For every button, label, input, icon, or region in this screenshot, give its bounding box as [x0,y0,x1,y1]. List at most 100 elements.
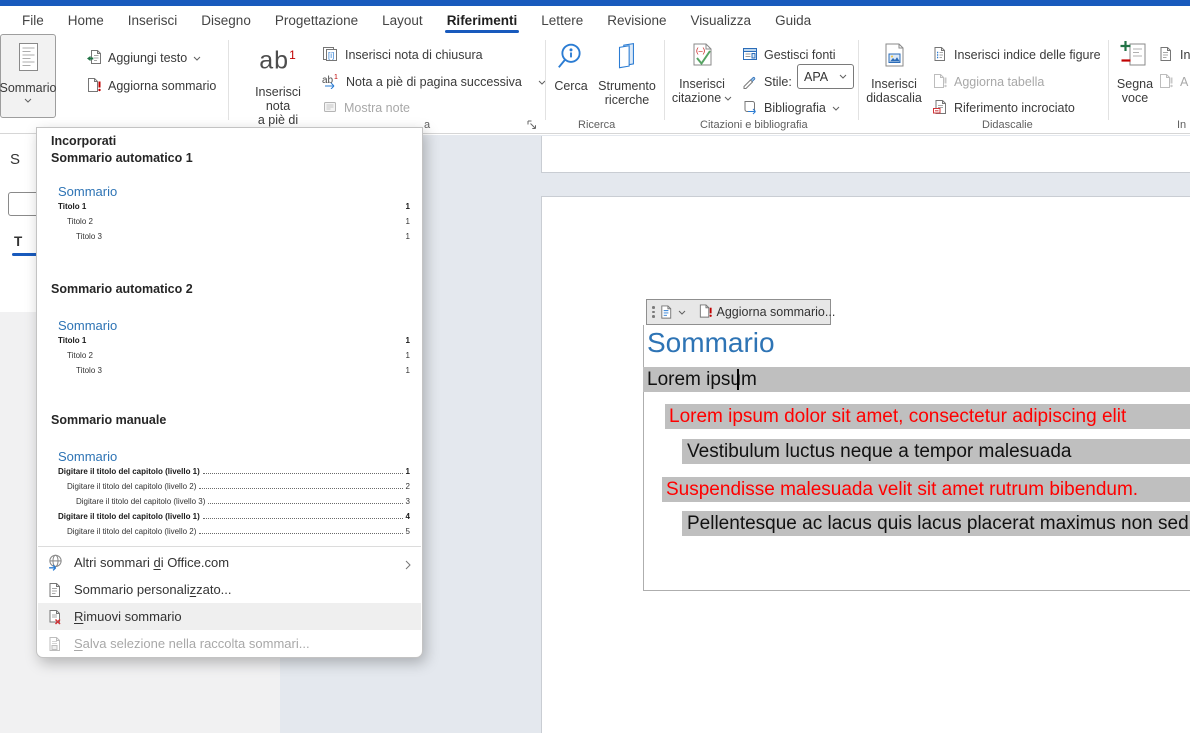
menu-item-altri-sommari[interactable]: Altri sommari di Office.com [38,549,421,576]
aggiorna-tabella-button[interactable]: Aggiorna tabella [932,71,1044,93]
submenu-arrow-icon [405,558,411,573]
toc-entry-level3[interactable]: Vestibulum luctus neque a tempor malesua… [682,439,1190,464]
gallery-item-title: Sommario automatico 1 [51,151,410,165]
word-window: File Home Inserisci Disegno Progettazion… [0,0,1190,733]
sommario-button[interactable]: Sommario [0,34,56,118]
group-separator [664,40,665,120]
aggiorna-sommario-toolbar-button[interactable]: Aggiorna sommario... [692,303,844,322]
gallery-preview: Sommario Digitare il titolo del capitolo… [58,449,410,542]
citazioni-group-label: Citazioni e bibliografia [700,119,808,131]
aggiorna-sommario-button[interactable]: Aggiorna sommario [86,75,216,97]
segna-voce-button[interactable]: Segna voce [1112,40,1158,105]
riferimento-incrociato-label: Riferimento incrociato [954,101,1075,115]
toc-entry-level2[interactable]: Suspendisse malesuada velit sit amet rut… [662,477,1190,502]
tab-home[interactable]: Home [56,8,116,32]
update-toc-icon [86,77,102,96]
riferimento-incrociato-button[interactable]: Riferimento incrociato [932,97,1075,119]
bibliografia-button[interactable]: Bibliografia [742,97,840,119]
indice-group-label-partial: In [1177,119,1186,131]
gallery-item-sommario-automatico-2[interactable]: Sommario automatico 2 Sommario Titolo 11… [51,282,410,408]
update-table-icon [932,73,948,92]
tab-visualizza[interactable]: Visualizza [679,8,764,32]
tab-inserisci[interactable]: Inserisci [116,8,190,32]
cerca-button[interactable]: Cerca [549,42,593,93]
document-page-1-bottom [541,136,1190,173]
insert-caption-icon [881,42,908,75]
chevron-down-icon [24,98,32,103]
aggiorna-indice-button[interactable]: A [1158,71,1188,93]
segna-voce-label-2: voce [1122,91,1148,105]
toc-heading[interactable]: Sommario [647,327,775,359]
didascalia-label-1: Inserisci [871,77,917,91]
menu-item-rimuovi-sommario[interactable]: Rimuovi sommario [38,603,421,630]
indice-figure-button[interactable]: Inserisci indice delle figure [932,44,1101,66]
group-separator [858,40,859,120]
style-brush-icon [742,73,758,92]
aggiungi-testo-label: Aggiungi testo [108,51,187,65]
stile-select[interactable]: APA [797,64,854,89]
stile-label: Stile: [764,75,792,89]
chevron-down-icon [832,106,840,111]
gestisci-fonti-button[interactable]: Gestisci fonti [742,44,836,66]
tab-riferimenti[interactable]: Riferimenti [435,8,530,32]
navigation-pane-title-partial: S [10,151,20,168]
preview-heading: Sommario [58,184,410,199]
gestisci-fonti-label: Gestisci fonti [764,48,836,62]
inserisci-didascalia-button[interactable]: Inserisci didascalia [862,42,926,105]
menu-separator [38,546,421,547]
ribbon: Sommario Aggiungi testo Aggiorna sommari… [0,34,1190,134]
navigation-tab-titoli-partial[interactable]: T [14,234,22,249]
nota-chiusura-button[interactable]: [i] Inserisci nota di chiusura [322,44,483,66]
nota-successiva-button[interactable]: ab1 Nota a piè di pagina successiva [322,71,546,93]
inserisci-indice-button[interactable]: In [1158,44,1190,66]
toc-entry-level2[interactable]: Lorem ipsum dolor sit amet, consectetur … [665,404,1190,429]
document-page-2[interactable] [541,196,1190,733]
citazione-label-1: Inserisci [679,77,725,91]
tab-guida[interactable]: Guida [763,8,823,32]
gallery-item-sommario-automatico-1[interactable]: Sommario automatico 1 Sommario Titolo 11… [51,151,410,277]
bibliografia-label: Bibliografia [764,101,826,115]
tab-progettazione[interactable]: Progettazione [263,8,370,32]
office-globe-icon [47,554,74,571]
strumento-ricerche-button[interactable]: Strumento ricerche [594,42,660,107]
toc-field-icon[interactable] [659,304,686,320]
tab-file[interactable]: File [10,8,56,32]
gallery-item-sommario-manuale[interactable]: Sommario manuale Sommario Digitare il ti… [51,413,410,541]
mostra-note-label: Mostra note [344,101,410,115]
group-separator [1108,40,1109,120]
svg-text:[i]: [i] [328,51,334,60]
preview-heading: Sommario [58,449,410,464]
aggiorna-sommario-toolbar-label: Aggiorna sommario... [717,305,836,319]
aggiungi-testo-button[interactable]: Aggiungi testo [86,47,201,69]
inserisci-citazione-button[interactable]: (–) Inserisci citazione [668,42,736,105]
gallery-section-header: Incorporati [51,134,116,148]
tab-revisione[interactable]: Revisione [595,8,678,32]
menu-item-salva-selezione[interactable]: Salva selezione nella raccolta sommari..… [38,630,421,657]
stile-row: Stile: [742,71,792,93]
researcher-books-icon [612,42,642,75]
aggiorna-indice-label-partial: A [1180,75,1188,89]
cerca-label: Cerca [554,79,587,93]
tab-disegno[interactable]: Disegno [189,8,263,32]
mostra-note-button[interactable]: Mostra note [322,97,410,119]
remove-toc-icon [47,609,74,625]
gallery-preview: Sommario Titolo 11 Titolo 21 Titolo 31 [58,184,410,247]
menu-item-sommario-personalizzato[interactable]: Sommario personalizzato... [38,576,421,603]
svg-text:1: 1 [334,74,338,81]
tab-layout[interactable]: Layout [370,8,435,32]
dialog-launcher-icon[interactable] [526,118,538,136]
ricerca-group-label: Ricerca [578,119,615,131]
toc-entry-level1[interactable]: Lorem ipsum [643,367,1190,392]
group-separator [545,40,546,120]
gallery-item-title: Sommario manuale [51,413,410,427]
strumento-label-2: ricerche [605,93,649,107]
manage-sources-icon [742,46,758,65]
aggiorna-tabella-label: Aggiorna tabella [954,75,1044,89]
cross-reference-icon [932,99,948,118]
sommario-button-label: Sommario [0,81,56,95]
drag-handle-icon[interactable] [647,306,659,318]
endnote-icon: [i] [322,46,339,65]
content-control-border [643,590,1190,591]
tab-lettere[interactable]: Lettere [529,8,595,32]
toc-entry-level3[interactable]: Pellentesque ac lacus quis lacus placera… [682,511,1190,536]
